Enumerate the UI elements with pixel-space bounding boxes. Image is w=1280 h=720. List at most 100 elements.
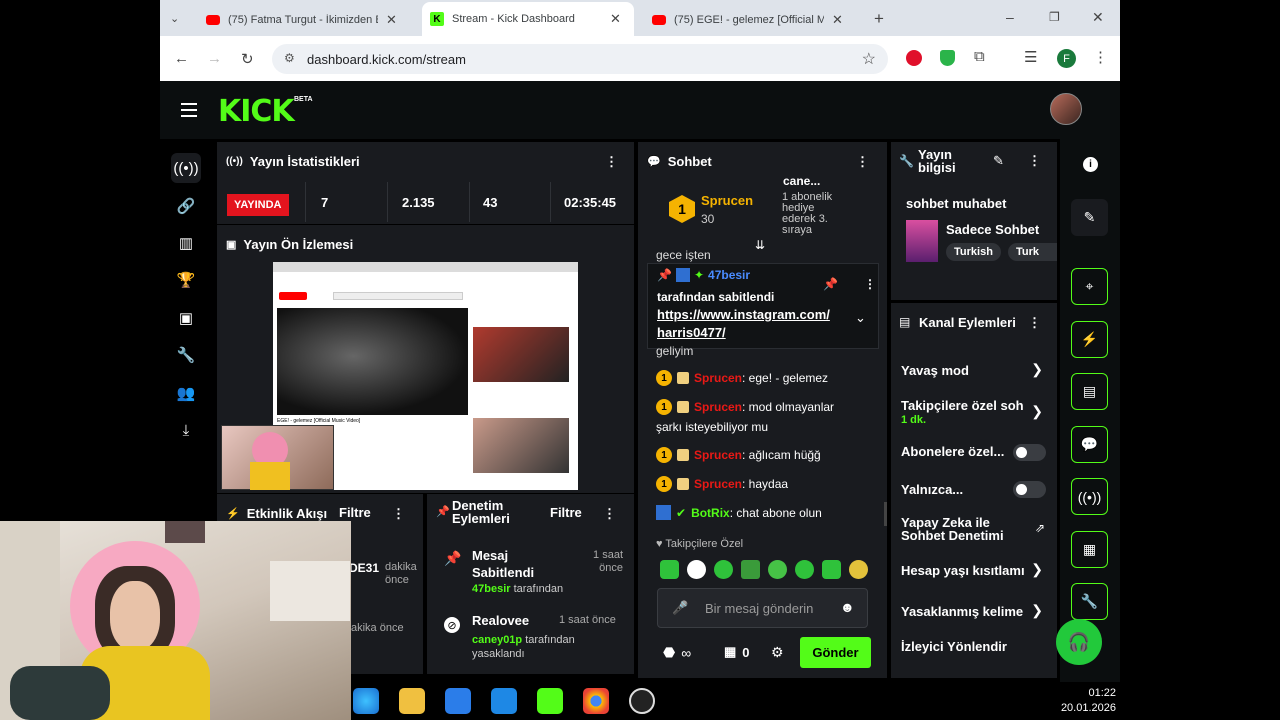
trophy-icon[interactable]: 🏆 <box>171 265 201 295</box>
emote-icon[interactable] <box>660 560 679 579</box>
user-avatar[interactable] <box>1050 93 1082 125</box>
tab-youtube-2[interactable]: (75) EGE! - gelemez [Official Mu ✕ <box>644 6 851 34</box>
pinned-more-icon[interactable]: ⋮ <box>864 277 876 291</box>
minimize-button[interactable]: – <box>1006 9 1014 25</box>
opera-extension-icon[interactable] <box>906 50 922 66</box>
chevron-right-icon[interactable]: ❯ <box>1031 602 1043 619</box>
emote-icon[interactable] <box>795 560 814 579</box>
chevron-right-icon[interactable]: ❯ <box>1031 361 1043 378</box>
filter-button[interactable]: Filtre <box>550 505 582 520</box>
tab-search-icon[interactable]: ⌄ <box>170 12 179 25</box>
support-icon[interactable]: 🎧 <box>1056 619 1102 665</box>
send-button[interactable]: Gönder <box>800 637 871 668</box>
chevron-down-icon[interactable]: ⌄ <box>855 310 866 326</box>
address-bar[interactable]: ⚙ dashboard.kick.com/stream ☆ <box>272 44 888 74</box>
profile-avatar[interactable]: F <box>1057 49 1076 68</box>
link-icon[interactable]: 🔗 <box>171 191 201 221</box>
stream-icon[interactable]: ((•)) <box>171 153 201 183</box>
external-link-icon[interactable]: ⇗ <box>1035 521 1045 535</box>
system-clock[interactable]: 01:22 20.01.2026 <box>1061 686 1116 716</box>
collapse-icon[interactable]: ⇊ <box>755 238 765 252</box>
extensions-icon[interactable]: ⧉ <box>974 48 985 65</box>
more-options-icon[interactable]: ⋮ <box>856 154 869 170</box>
emote-icon[interactable] <box>687 560 706 579</box>
chevron-right-icon[interactable]: ❯ <box>1031 561 1043 578</box>
kick-logo[interactable]: KICK <box>218 94 295 129</box>
app-icon[interactable] <box>537 688 563 714</box>
new-tab-button[interactable]: + <box>874 9 884 29</box>
window-close-button[interactable]: ✕ <box>1092 9 1104 26</box>
close-icon[interactable]: ✕ <box>832 12 843 28</box>
tab-kick-dashboard[interactable]: K Stream - Kick Dashboard ✕ <box>422 2 634 36</box>
followers-mode-row[interactable]: Takipçilere özel soh <box>901 398 1041 413</box>
lightning-icon[interactable]: ⚡ <box>1071 321 1108 358</box>
subs-mode-toggle[interactable] <box>1013 444 1046 461</box>
chat-settings-icon[interactable]: ⚙ <box>771 644 784 661</box>
category-name[interactable]: Sadece Sohbet <box>946 222 1039 237</box>
notes-icon[interactable]: ▤ <box>1071 373 1108 410</box>
screenshot-icon[interactable]: ⌖ <box>1071 268 1108 305</box>
pinned-user[interactable]: 47besir <box>708 268 750 282</box>
reload-icon[interactable]: ↻ <box>241 50 254 68</box>
edit-icon[interactable]: ✎ <box>993 153 1004 169</box>
broadcast-icon[interactable]: ((•)) <box>1071 478 1108 515</box>
emote-icon[interactable] <box>714 560 733 579</box>
top-gifter-name[interactable]: Sprucen <box>701 193 753 208</box>
close-icon[interactable]: ✕ <box>386 12 397 28</box>
tag-chip[interactable]: Turk <box>1008 243 1057 261</box>
tab-youtube-1[interactable]: (75) Fatma Turgut - İkimizden B ✕ <box>198 6 405 34</box>
mail-icon[interactable] <box>491 688 517 714</box>
more-options-icon[interactable]: ⋮ <box>605 154 618 170</box>
wrench-icon[interactable]: 🔧 <box>171 340 201 370</box>
slow-mode-row[interactable]: Yavaş mod <box>901 363 969 378</box>
chat-input[interactable]: 🎤 Bir mesaj gönderin ☻ <box>657 588 868 628</box>
store-display[interactable]: ▦ 0 <box>724 644 750 660</box>
chevron-right-icon[interactable]: ❯ <box>1031 403 1043 420</box>
bookmark-star-icon[interactable]: ☆ <box>862 49 876 69</box>
mic-icon[interactable]: 🎤 <box>672 600 688 616</box>
chat-scrollbar[interactable] <box>884 502 887 526</box>
forward-icon[interactable]: → <box>207 50 222 67</box>
info-icon[interactable]: i <box>1083 157 1098 172</box>
more-options-icon[interactable]: ⋮ <box>603 506 616 522</box>
menu-icon[interactable] <box>181 103 197 117</box>
tag-chip[interactable]: Turkish <box>946 243 1001 261</box>
maximize-button[interactable]: ❐ <box>1049 10 1060 24</box>
media-icon[interactable]: ▣ <box>171 303 201 333</box>
back-icon[interactable]: ← <box>174 50 189 67</box>
analytics-icon[interactable]: ▥ <box>171 228 201 258</box>
edge-icon[interactable] <box>353 688 379 714</box>
redirect-row[interactable]: İzleyici Yönlendir <box>901 639 1007 654</box>
category-thumbnail[interactable] <box>906 220 938 262</box>
site-info-icon[interactable]: ⚙ <box>284 51 295 65</box>
emote-icon[interactable] <box>768 560 787 579</box>
emoji-icon[interactable]: ☻ <box>840 599 855 615</box>
store-icon[interactable] <box>445 688 471 714</box>
subs-mode-row[interactable]: Abonelere özel... <box>901 444 1004 459</box>
account-age-row[interactable]: Hesap yaşı kısıtlamı <box>901 563 1029 578</box>
upload-icon[interactable]: ⤓ <box>171 415 201 445</box>
layout-icon[interactable]: ▦ <box>1071 531 1108 568</box>
close-icon[interactable]: ✕ <box>610 11 621 27</box>
more-options-icon[interactable]: ⋮ <box>1028 153 1041 169</box>
file-explorer-icon[interactable] <box>399 688 425 714</box>
shield-extension-icon[interactable] <box>940 50 955 66</box>
ai-moderation-row[interactable]: Yapay Zeka ile Sohbet Denetimi <box>901 516 1019 542</box>
chat-icon[interactable]: 💬 <box>1071 426 1108 463</box>
emote-icon[interactable] <box>822 560 841 579</box>
filter-button[interactable]: Filtre <box>339 505 371 520</box>
only-mode-row[interactable]: Yalnızca... <box>901 482 963 497</box>
banned-words-row[interactable]: Yasaklanmış kelime <box>901 604 1023 619</box>
more-options-icon[interactable]: ⋮ <box>1028 315 1041 331</box>
obs-icon[interactable] <box>629 688 655 714</box>
media-control-icon[interactable]: ☰ <box>1024 48 1037 66</box>
more-options-icon[interactable]: ⋮ <box>392 506 405 522</box>
users-icon[interactable]: 👥 <box>171 378 201 408</box>
emote-icon[interactable] <box>849 560 868 579</box>
wrench-icon[interactable]: 🔧 <box>1071 583 1108 620</box>
pinned-link[interactable]: https://www.instagram.com/ harris0477/ <box>657 306 847 342</box>
emote-icon[interactable] <box>741 560 760 579</box>
points-display[interactable]: ⬣ ∞ <box>663 644 691 661</box>
chrome-menu-icon[interactable]: ⋮ <box>1093 48 1108 66</box>
chrome-icon[interactable] <box>583 688 609 714</box>
